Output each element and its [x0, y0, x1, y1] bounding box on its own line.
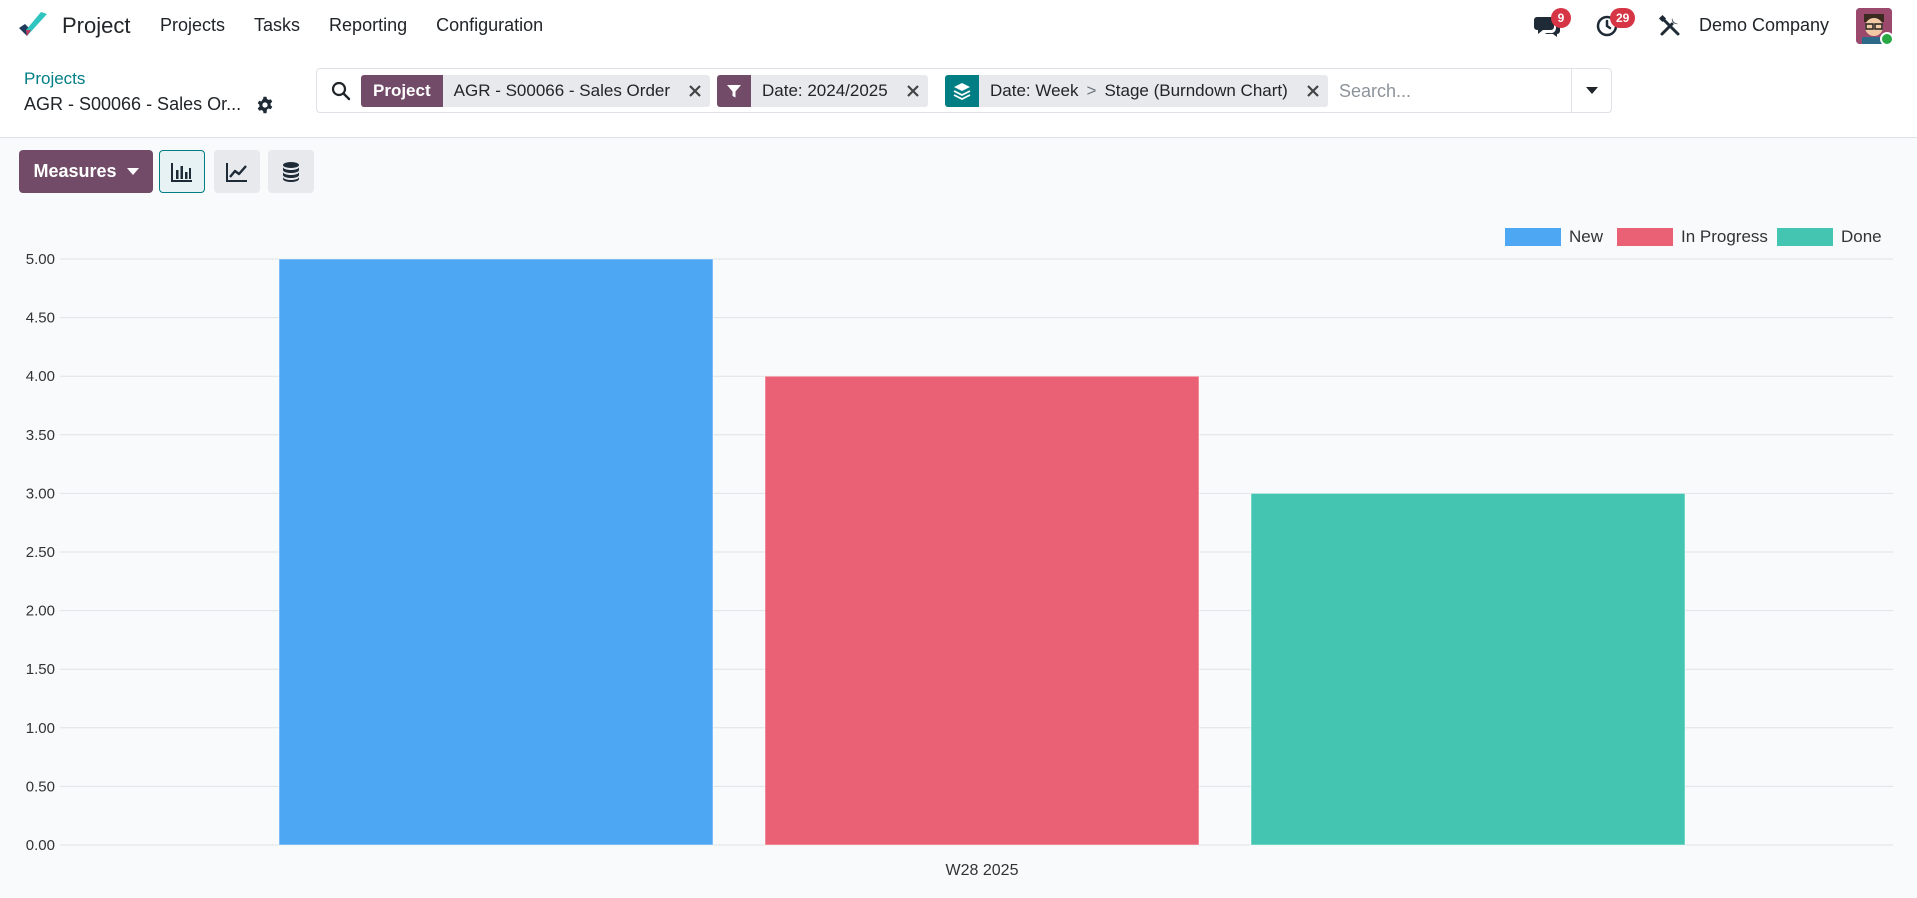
facet-project: Project AGR - S00066 - Sales Order — [361, 75, 711, 107]
legend-label[interactable]: New — [1569, 227, 1604, 246]
measures-button[interactable]: Measures — [19, 150, 153, 193]
app-name[interactable]: Project — [62, 13, 130, 39]
layers-icon — [953, 83, 971, 100]
search-panel: Project AGR - S00066 - Sales Order Date:… — [316, 68, 1612, 113]
close-icon — [689, 85, 701, 97]
facet-filter-value: Date: 2024/2025 — [762, 81, 888, 100]
breadcrumb-projects[interactable]: Projects — [24, 69, 85, 89]
gear-icon[interactable] — [256, 96, 274, 114]
menu-reporting[interactable]: Reporting — [329, 15, 407, 36]
top-navbar: Project Projects Tasks Reporting Configu… — [0, 0, 1917, 52]
bar-chart-icon — [171, 162, 192, 182]
facet-groupby-remove[interactable] — [1298, 75, 1328, 107]
y-tick-label: 2.00 — [26, 603, 55, 620]
tools-icon[interactable] — [1658, 14, 1682, 38]
facet-project-value: AGR - S00066 - Sales Order — [453, 81, 671, 100]
y-tick-label: 1.00 — [26, 720, 55, 737]
search-icon[interactable] — [331, 81, 351, 101]
close-icon — [906, 85, 919, 97]
line-chart-button[interactable] — [214, 150, 260, 193]
menu-tasks[interactable]: Tasks — [254, 15, 300, 36]
y-tick-label: 4.00 — [26, 368, 55, 385]
control-panel: Projects AGR - S00066 - Sales Or... Proj… — [0, 52, 1917, 138]
database-icon — [283, 161, 299, 182]
y-tick-label: 1.50 — [26, 661, 55, 678]
line-chart-icon — [226, 162, 247, 182]
facet-filter-remove[interactable] — [898, 75, 928, 107]
activities-badge: 29 — [1610, 8, 1636, 28]
y-tick-label: 3.50 — [26, 427, 55, 444]
facet-groupby-value-1: Date: Week — [990, 81, 1079, 100]
search-input[interactable] — [1339, 77, 1559, 105]
facet-groupby: Date: Week > Stage (Burndown Chart) — [945, 75, 1328, 107]
facet-filter: Date: 2024/2025 — [717, 75, 928, 107]
project-app-icon[interactable] — [17, 10, 49, 42]
stacked-button[interactable] — [268, 150, 314, 193]
facet-groupby-separator: > — [1086, 81, 1097, 100]
filter-icon — [727, 85, 741, 98]
bar-new[interactable] — [278, 258, 714, 846]
company-switcher[interactable]: Demo Company — [1699, 15, 1829, 36]
close-icon — [1307, 85, 1319, 97]
facet-filter-iconbox — [717, 75, 751, 107]
bar-done[interactable] — [1250, 492, 1686, 846]
messages-badge: 9 — [1551, 8, 1571, 28]
caret-down-icon — [1585, 86, 1598, 94]
legend-swatch[interactable] — [1777, 228, 1833, 246]
legend-swatch[interactable] — [1505, 228, 1561, 246]
graph-view: 0.00 0.50 1.00 1.50 2.00 2.50 3.00 3.50 4.00 4.50… — [0, 210, 1917, 898]
x-tick-label: W28 2025 — [946, 862, 1019, 879]
legend-swatch[interactable] — [1617, 228, 1673, 246]
y-tick-label: 2.50 — [26, 544, 55, 561]
facet-groupby-value: Date: Week > Stage (Burndown Chart) — [979, 75, 1298, 107]
y-tick-label: 0.50 — [26, 778, 55, 795]
y-tick-label: 4.50 — [26, 310, 55, 327]
facet-groupby-iconbox — [945, 75, 979, 107]
legend-label[interactable]: In Progress — [1681, 227, 1768, 246]
bar-chart-button[interactable] — [159, 150, 205, 193]
measures-label: Measures — [33, 161, 117, 181]
caret-down-icon — [126, 168, 139, 175]
search-options-toggle[interactable] — [1571, 69, 1611, 112]
bar-in-progress[interactable] — [764, 375, 1200, 846]
online-status-dot — [1880, 32, 1894, 46]
legend-label[interactable]: Done — [1841, 227, 1882, 246]
bar-chart: 0.00 0.50 1.00 1.50 2.00 2.50 3.00 3.50 4.00 4.50… — [26, 227, 1893, 879]
facet-project-remove[interactable] — [680, 75, 710, 107]
breadcrumb-current: AGR - S00066 - Sales Or... — [24, 94, 242, 114]
menu-configuration[interactable]: Configuration — [436, 15, 543, 36]
y-tick-label: 0.00 — [26, 837, 55, 854]
y-tick-label: 5.00 — [26, 251, 55, 268]
y-tick-label: 3.00 — [26, 485, 55, 502]
main-menu: Projects Tasks Reporting Configuration — [160, 15, 572, 36]
facet-project-label: Project — [361, 75, 443, 107]
facet-groupby-value-2: Stage (Burndown Chart) — [1104, 81, 1288, 100]
menu-projects[interactable]: Projects — [160, 15, 225, 36]
